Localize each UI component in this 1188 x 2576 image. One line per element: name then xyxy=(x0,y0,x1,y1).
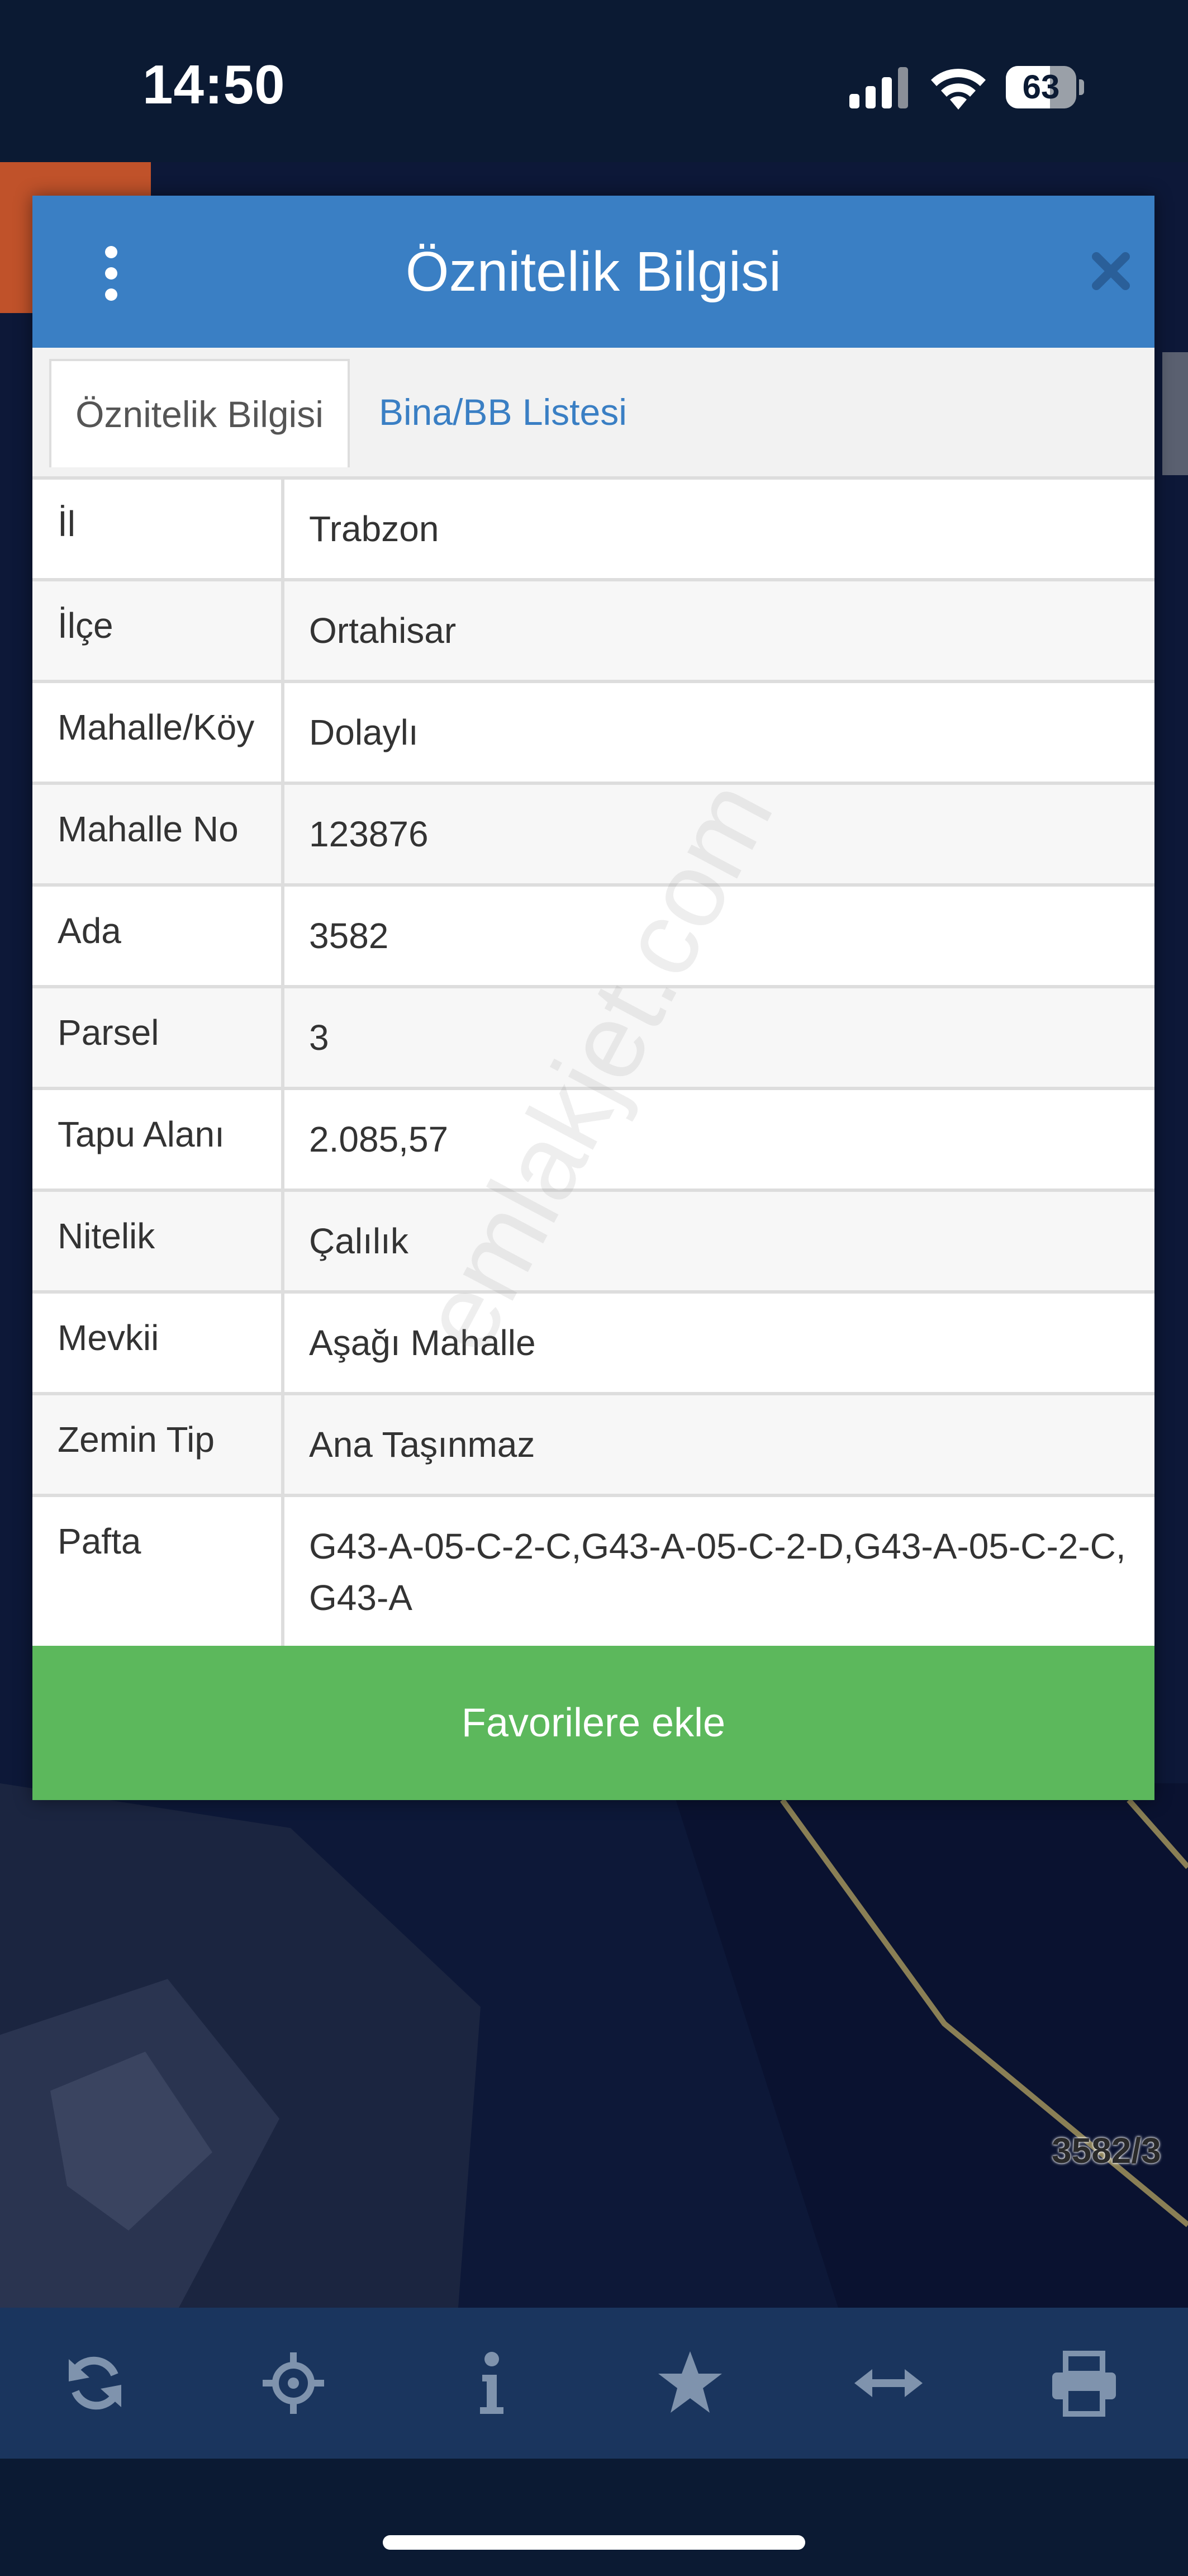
table-row: Mahalle No 123876 xyxy=(32,782,1154,887)
attribute-value: Ana Taşınmaz xyxy=(309,1424,535,1465)
attribute-key: Mahalle/Köy xyxy=(58,707,255,747)
close-icon[interactable] xyxy=(1089,249,1133,293)
attribute-key: Zemin Tip xyxy=(58,1419,215,1460)
attribute-key: İl xyxy=(58,504,75,544)
attribute-key: Tapu Alanı xyxy=(58,1114,225,1154)
attribute-key: Pafta xyxy=(58,1521,141,1561)
battery-level: 63 xyxy=(1022,68,1060,106)
bottom-toolbar xyxy=(0,2308,1188,2459)
measure-icon[interactable] xyxy=(852,2347,925,2419)
attribute-key: Nitelik xyxy=(58,1216,155,1256)
tab-building-list[interactable]: Bina/BB Listesi xyxy=(379,359,627,465)
locate-icon[interactable] xyxy=(257,2347,330,2419)
home-area xyxy=(0,2459,1188,2576)
cellular-signal-icon xyxy=(849,67,908,108)
status-time: 14:50 xyxy=(142,54,286,115)
attribute-key: Mevkii xyxy=(58,1318,159,1358)
status-bar: 14:50 63 xyxy=(0,0,1188,162)
battery-icon: 63 xyxy=(1006,66,1084,108)
attribute-key: İlçe xyxy=(58,605,113,646)
info-icon[interactable] xyxy=(455,2347,528,2419)
attribute-value: Dolaylı xyxy=(309,712,419,752)
table-row: Pafta G43-A-05-C-2-C,G43-A-05-C-2-D,G43-A… xyxy=(32,1494,1154,1649)
attribute-key: Parsel xyxy=(58,1012,159,1053)
refresh-icon[interactable] xyxy=(59,2347,131,2419)
attribute-value: 2.085,57 xyxy=(309,1119,449,1159)
table-row: Nitelik Çalılık xyxy=(32,1188,1154,1294)
star-icon[interactable] xyxy=(654,2347,726,2419)
tab-attribute-info[interactable]: Öznitelik Bilgisi xyxy=(49,359,350,467)
attribute-value: G43-A-05-C-2-C,G43-A-05-C-2-D,G43-A-05-C… xyxy=(309,1526,1126,1618)
attribute-value: Ortahisar xyxy=(309,610,457,651)
table-row: İl Trabzon xyxy=(32,476,1154,581)
attribute-key: Ada xyxy=(58,911,121,951)
parcel-label: 3582/3 xyxy=(1052,2130,1161,2171)
attribute-value: Trabzon xyxy=(309,509,439,549)
home-indicator[interactable] xyxy=(383,2535,805,2550)
table-row: Zemin Tip Ana Taşınmaz xyxy=(32,1392,1154,1497)
dialog-title: Öznitelik Bilgisi xyxy=(405,240,782,303)
table-row: Mevkii Aşağı Mahalle xyxy=(32,1290,1154,1395)
add-to-favorites-button[interactable]: Favorilere ekle xyxy=(32,1646,1154,1800)
attribute-dialog: Öznitelik Bilgisi Öznitelik Bilgisi Bina… xyxy=(32,196,1154,1800)
attribute-value: 3 xyxy=(309,1017,329,1058)
print-icon[interactable] xyxy=(1048,2347,1120,2419)
table-row: İlçe Ortahisar xyxy=(32,578,1154,683)
table-row: Mahalle/Köy Dolaylı xyxy=(32,680,1154,785)
dialog-header: Öznitelik Bilgisi xyxy=(32,196,1154,348)
table-column-divider xyxy=(281,476,284,1646)
more-options-icon[interactable] xyxy=(99,246,122,302)
attribute-key: Mahalle No xyxy=(58,809,239,849)
wifi-icon xyxy=(931,68,986,110)
